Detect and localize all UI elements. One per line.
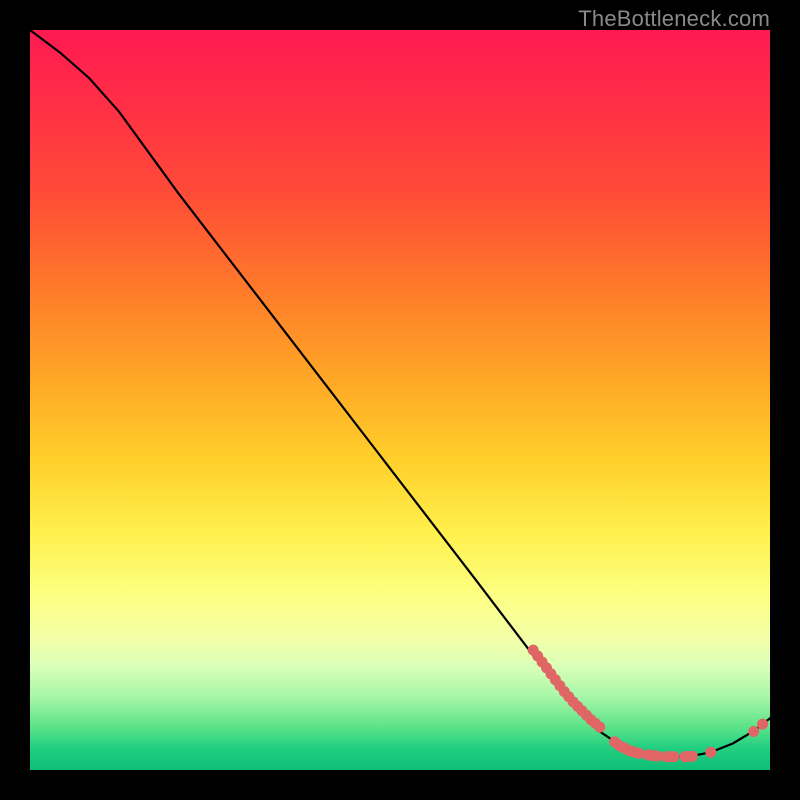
marker-point: [668, 751, 679, 762]
chart-svg: [30, 30, 770, 770]
marker-point: [748, 726, 759, 737]
plot-area: [30, 30, 770, 770]
marker-point: [705, 747, 716, 758]
marker-point: [757, 719, 768, 730]
watermark-label: TheBottleneck.com: [578, 6, 770, 32]
marker-point: [594, 722, 605, 733]
chart-curve: [30, 30, 770, 757]
chart-frame: TheBottleneck.com: [0, 0, 800, 800]
marker-point: [687, 751, 698, 762]
